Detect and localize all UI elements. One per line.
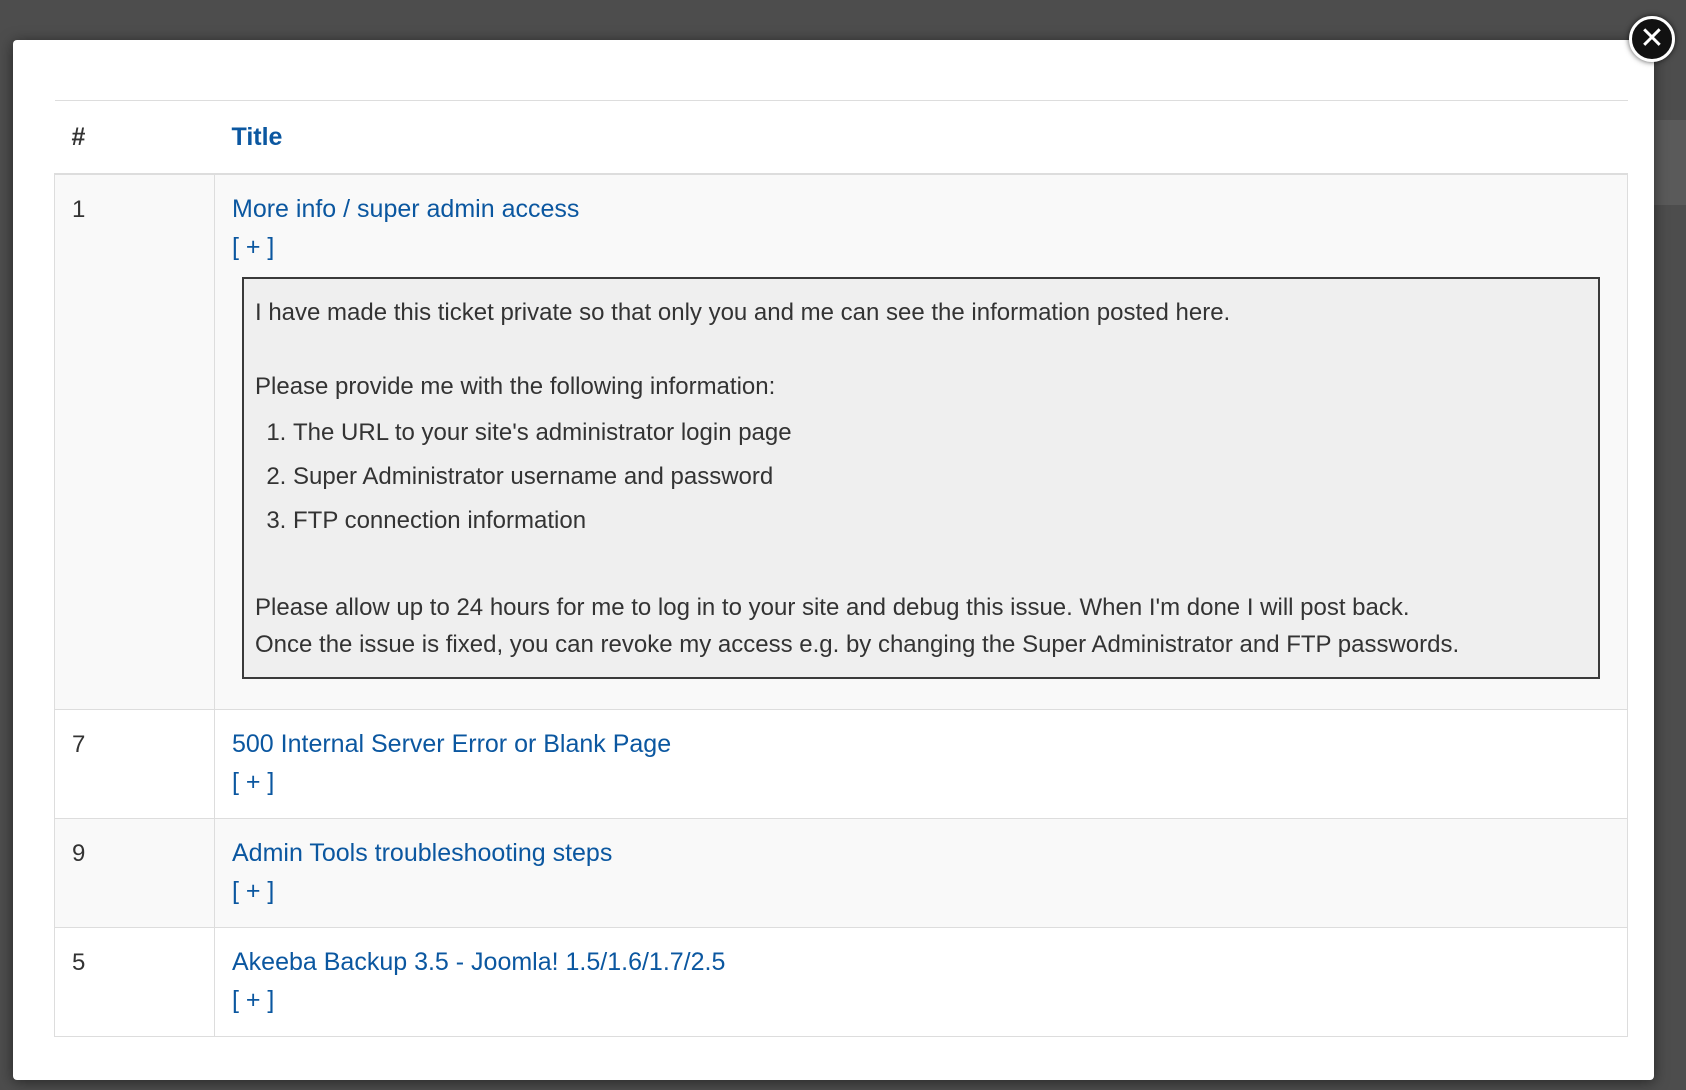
row-title-cell: 500 Internal Server Error or Blank Page … [214, 709, 1628, 819]
row-title-cell: More info / super admin access [ + ] I h… [214, 173, 1628, 710]
reply-preview-box: I have made this ticket private so that … [242, 277, 1600, 679]
preview-intro-text: I have made this ticket private so that … [255, 299, 1231, 326]
row-title-cell: Akeeba Backup 3.5 - Joomla! 1.5/1.6/1.7/… [214, 927, 1628, 1037]
row-title-cell: Admin Tools troubleshooting steps [ + ] [214, 818, 1628, 928]
expand-toggle-link[interactable]: [ + ] [232, 231, 274, 263]
expand-toggle-link[interactable]: [ + ] [232, 875, 274, 907]
header-title[interactable]: Title [214, 100, 1628, 175]
preview-closing-text-1: Please allow up to 24 hours for me to lo… [255, 594, 1410, 621]
table-row: 9 Admin Tools troubleshooting steps [ + … [54, 818, 1628, 928]
list-item: Super Administrator username and passwor… [293, 455, 1586, 499]
preview-closing-text-2: Once the issue is fixed, you can revoke … [255, 631, 1460, 658]
reply-title-link[interactable]: Admin Tools troubleshooting steps [232, 837, 1610, 869]
canned-replies-table: # Title 1 More info / super admin access… [54, 100, 1628, 1037]
row-number: 9 [54, 818, 215, 928]
expand-toggle-link[interactable]: [ + ] [232, 984, 274, 1016]
table-row: 1 More info / super admin access [ + ] I… [54, 173, 1628, 710]
table-header-row: # Title [54, 100, 1628, 175]
header-number: # [54, 100, 215, 175]
list-item: The URL to your site's administrator log… [293, 411, 1586, 455]
table-row: 5 Akeeba Backup 3.5 - Joomla! 1.5/1.6/1.… [54, 927, 1628, 1037]
preview-request-text: Please provide me with the following inf… [255, 373, 776, 400]
canned-replies-table-container[interactable]: # Title 1 More info / super admin access… [54, 100, 1628, 1080]
reply-title-link[interactable]: 500 Internal Server Error or Blank Page [232, 728, 1610, 760]
expand-toggle-link[interactable]: [ + ] [232, 766, 274, 798]
row-number: 1 [54, 173, 215, 710]
list-item: FTP connection information [293, 499, 1586, 543]
reply-title-link[interactable]: Akeeba Backup 3.5 - Joomla! 1.5/1.6/1.7/… [232, 946, 1610, 978]
close-modal-button[interactable]: ✕ [1629, 16, 1675, 62]
row-number: 5 [54, 927, 215, 1037]
close-icon: ✕ [1639, 22, 1665, 55]
table-row: 7 500 Internal Server Error or Blank Pag… [54, 709, 1628, 819]
canned-replies-modal: # Title 1 More info / super admin access… [13, 40, 1654, 1080]
reply-title-link[interactable]: More info / super admin access [232, 193, 1610, 225]
preview-info-list: The URL to your site's administrator log… [255, 411, 1586, 543]
row-number: 7 [54, 709, 215, 819]
